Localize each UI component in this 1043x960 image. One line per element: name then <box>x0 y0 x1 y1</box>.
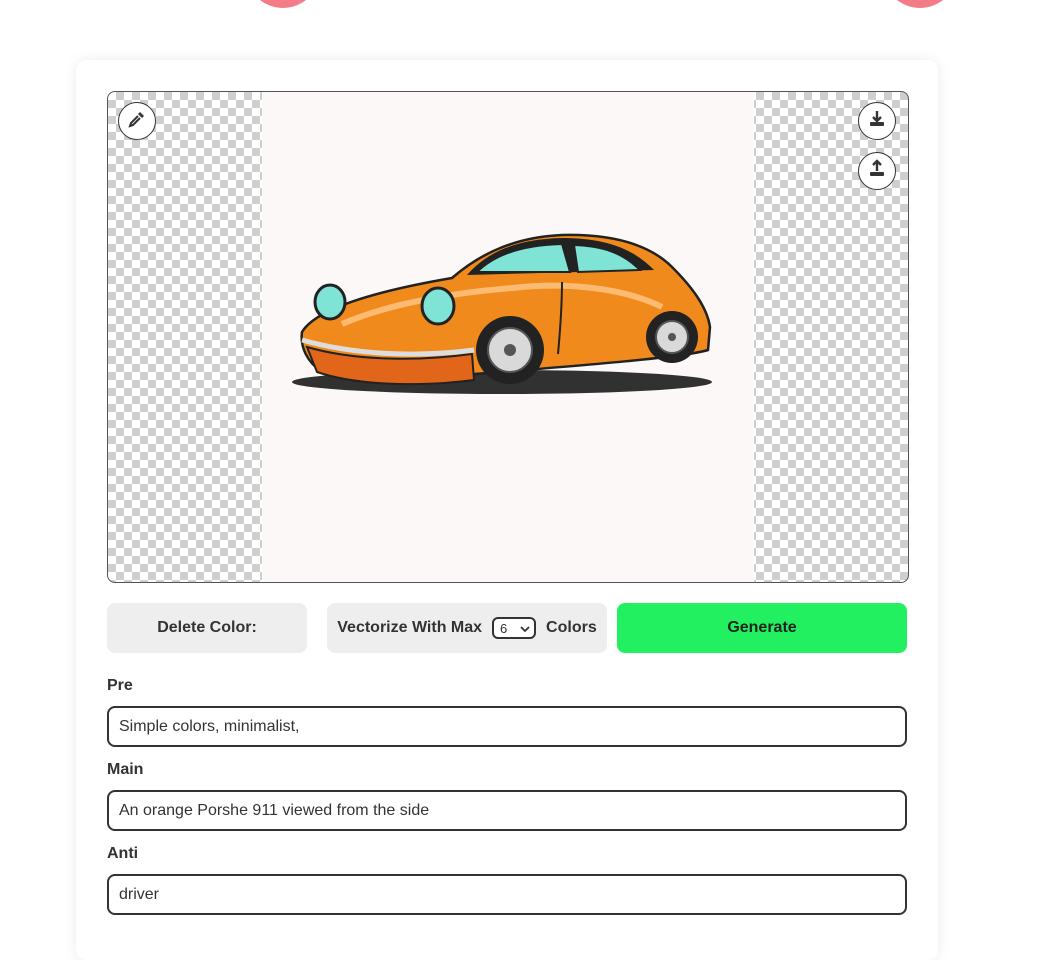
anti-input-value: driver <box>119 885 160 903</box>
generate-label: Generate <box>727 619 797 636</box>
decorative-circle-left <box>246 0 320 8</box>
max-colors-value: 6 <box>500 620 508 636</box>
generator-card: Delete Color: Vectorize With Max 6 Color… <box>76 60 938 960</box>
generated-image <box>262 92 754 582</box>
vectorize-prefix-label: Vectorize With Max <box>337 619 483 636</box>
eyedropper-icon <box>127 109 147 134</box>
download-icon <box>867 109 887 134</box>
pre-input-value: Simple colors, minimalist, <box>119 717 300 735</box>
chevron-down-icon <box>520 621 530 636</box>
eyedropper-button[interactable] <box>118 102 156 140</box>
main-label: Main <box>107 761 144 778</box>
decorative-circle-right <box>883 0 957 8</box>
car-illustration <box>292 233 712 394</box>
vectorize-button[interactable]: Vectorize With Max 6 Colors <box>327 603 607 653</box>
delete-color-button[interactable]: Delete Color: <box>107 603 307 653</box>
pre-input[interactable]: Simple colors, minimalist, <box>107 706 907 747</box>
vectorize-suffix-label: Colors <box>546 619 597 636</box>
image-canvas[interactable] <box>107 91 909 583</box>
delete-color-label: Delete Color: <box>157 619 257 636</box>
upload-button[interactable] <box>858 152 896 190</box>
pre-label: Pre <box>107 677 133 694</box>
download-button[interactable] <box>858 102 896 140</box>
anti-label: Anti <box>107 845 139 862</box>
max-colors-select[interactable]: 6 <box>492 617 537 639</box>
main-input[interactable]: An orange Porshe 911 viewed from the sid… <box>107 790 907 831</box>
generate-button[interactable]: Generate <box>617 603 907 653</box>
anti-input[interactable]: driver <box>107 874 907 915</box>
action-row: Delete Color: Vectorize With Max 6 Color… <box>107 603 907 653</box>
upload-icon <box>867 158 887 184</box>
main-input-value: An orange Porshe 911 viewed from the sid… <box>119 801 430 819</box>
